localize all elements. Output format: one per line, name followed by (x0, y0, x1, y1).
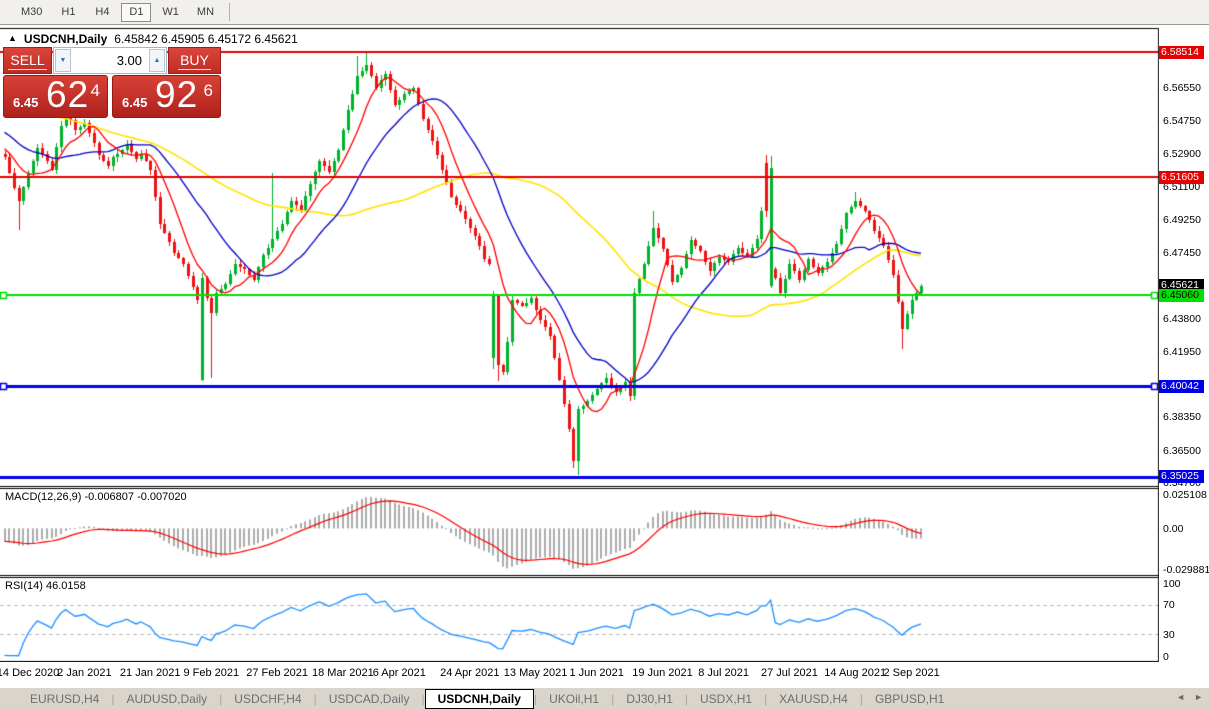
time-label: 27 Feb 2021 (246, 667, 308, 679)
time-label: 6 Apr 2021 (372, 667, 426, 679)
one-click-trade-panel: SELL ▼ ▲ BUY 6.45 62 4 6.45 92 6 (3, 47, 221, 118)
price-tick: 6.43800 (1163, 312, 1201, 325)
ask-price-big: 92 (155, 74, 199, 115)
symbol-tab-gbpusd[interactable]: GBPUSD,H1 (863, 689, 956, 709)
timeframe-button-h4[interactable]: H4 (87, 3, 117, 22)
symbol-tab-audusd[interactable]: AUDUSD,Daily (114, 689, 219, 709)
collapse-panel-icon[interactable]: ▲ (8, 33, 17, 43)
tab-scroll-left-icon[interactable]: ◄ (1176, 692, 1185, 702)
symbol-tab-dj30[interactable]: DJ30,H1 (614, 689, 685, 709)
buy-button[interactable]: BUY (168, 47, 221, 74)
price-tick: 6.56550 (1163, 82, 1201, 95)
tab-scroll-right-icon[interactable]: ► (1194, 692, 1203, 702)
symbol-tab-usdcnh[interactable]: USDCNH,Daily (424, 688, 534, 709)
symbol-tab-usdcad[interactable]: USDCAD,Daily (317, 689, 422, 709)
rsi-axis-tick: 100 (1163, 577, 1181, 590)
symbol-tab-usdx[interactable]: USDX,H1 (688, 689, 764, 709)
rsi-axis-tick: 70 (1163, 599, 1175, 612)
price-tick: 6.52900 (1163, 148, 1201, 161)
sell-button[interactable]: SELL (3, 47, 52, 74)
price-tick: 6.41950 (1163, 346, 1201, 359)
price-tick: 6.38350 (1163, 411, 1201, 424)
buy-button-label: BUY (178, 51, 211, 70)
timeframe-toolbar: M30 H1 H4 D1 W1 MN (0, 0, 1209, 25)
price-badge: 6.45060 (1159, 288, 1204, 302)
time-label: 9 Feb 2021 (183, 667, 240, 679)
bid-price-big: 62 (46, 74, 90, 115)
volume-decrease-icon[interactable]: ▼ (55, 49, 71, 72)
time-label: 8 Jul 2021 (698, 667, 749, 679)
mt4-window: M30 H1 H4 D1 W1 MN ▲ USDCNH,Daily 6.45842 6.4… (0, 0, 1209, 709)
price-axis[interactable]: 6.56550 6.54750 6.52900 6.51100 6.49250 6.474… (1159, 28, 1209, 663)
timeframe-button-d1[interactable]: D1 (121, 2, 152, 22)
ohlc-values: 6.45842 6.45905 6.45172 6.45621 (114, 32, 298, 46)
time-label: 27 Jul 2021 (760, 667, 818, 679)
time-label: 21 Jan 2021 (119, 667, 181, 679)
timeframe-button-mn[interactable]: MN (190, 3, 221, 22)
symbol-name: USDCNH,Daily (23, 32, 108, 46)
symbol-tab-bar: EURUSD,H4 | AUDUSD,Daily | USDCHF,H4 | USDCAD,… (0, 687, 1209, 709)
time-label: 2 Jan 2021 (57, 667, 112, 679)
macd-pane-label: MACD(12,26,9) -0.006807 -0.007020 (5, 491, 187, 503)
price-badge: 6.35025 (1159, 470, 1204, 484)
price-badge: 6.51605 (1159, 170, 1204, 184)
rsi-axis-tick: 0 (1163, 650, 1169, 663)
time-axis[interactable]: 14 Dec 2020 2 Jan 2021 21 Jan 2021 9 Feb 20… (0, 662, 1158, 686)
volume-stepper: ▼ ▲ (53, 47, 167, 74)
time-label: 14 Aug 2021 (824, 667, 887, 679)
macd-axis-tick: -0.029881 (1163, 563, 1209, 576)
ask-price-sup: 6 (203, 81, 213, 100)
price-badge: 6.58514 (1159, 45, 1204, 59)
chart-header: ▲ USDCNH,Daily 6.45842 6.45905 6.45172 6… (8, 32, 298, 46)
time-label: 2 Sep 2021 (883, 667, 940, 679)
rsi-axis-tick: 30 (1163, 628, 1175, 641)
price-tick: 6.54750 (1163, 114, 1201, 127)
symbol-tab-eurusd[interactable]: EURUSD,H4 (18, 689, 111, 709)
time-label: 24 Apr 2021 (440, 667, 500, 679)
time-label: 18 Mar 2021 (312, 667, 374, 679)
symbol-tab-ukoil[interactable]: UKOil,H1 (537, 689, 611, 709)
time-label: 14 Dec 2020 (0, 667, 60, 679)
bid-price-prefix: 6.45 (13, 95, 39, 110)
bid-price-sup: 4 (90, 81, 100, 100)
volume-input[interactable] (72, 48, 148, 73)
price-tick: 6.36500 (1163, 444, 1201, 457)
symbol-tab-usdchf[interactable]: USDCHF,H4 (222, 689, 313, 709)
rsi-pane-label: RSI(14) 46.0158 (5, 580, 86, 592)
toolbar-separator (229, 3, 231, 21)
timeframe-button-m30[interactable]: M30 (14, 3, 49, 22)
ask-price-prefix: 6.45 (122, 95, 148, 110)
volume-increase-icon[interactable]: ▲ (149, 49, 165, 72)
price-badge: 6.40042 (1159, 379, 1204, 393)
timeframe-button-w1[interactable]: W1 (155, 3, 186, 22)
macd-axis-tick: 0.00 (1163, 522, 1184, 535)
macd-axis-tick: 0.025108 (1163, 488, 1207, 501)
sell-button-label: SELL (8, 51, 47, 70)
symbol-tab-xauusd[interactable]: XAUUSD,H4 (767, 689, 860, 709)
price-tick: 6.49250 (1163, 214, 1201, 227)
timeframe-button-h1[interactable]: H1 (53, 3, 83, 22)
bid-price-tile[interactable]: 6.45 62 4 (3, 74, 108, 118)
time-label: 1 Jun 2021 (569, 667, 624, 679)
time-label: 13 May 2021 (503, 667, 568, 679)
ask-price-tile[interactable]: 6.45 92 6 (112, 74, 221, 118)
time-label: 19 Jun 2021 (632, 667, 693, 679)
price-tick: 6.47450 (1163, 246, 1201, 259)
